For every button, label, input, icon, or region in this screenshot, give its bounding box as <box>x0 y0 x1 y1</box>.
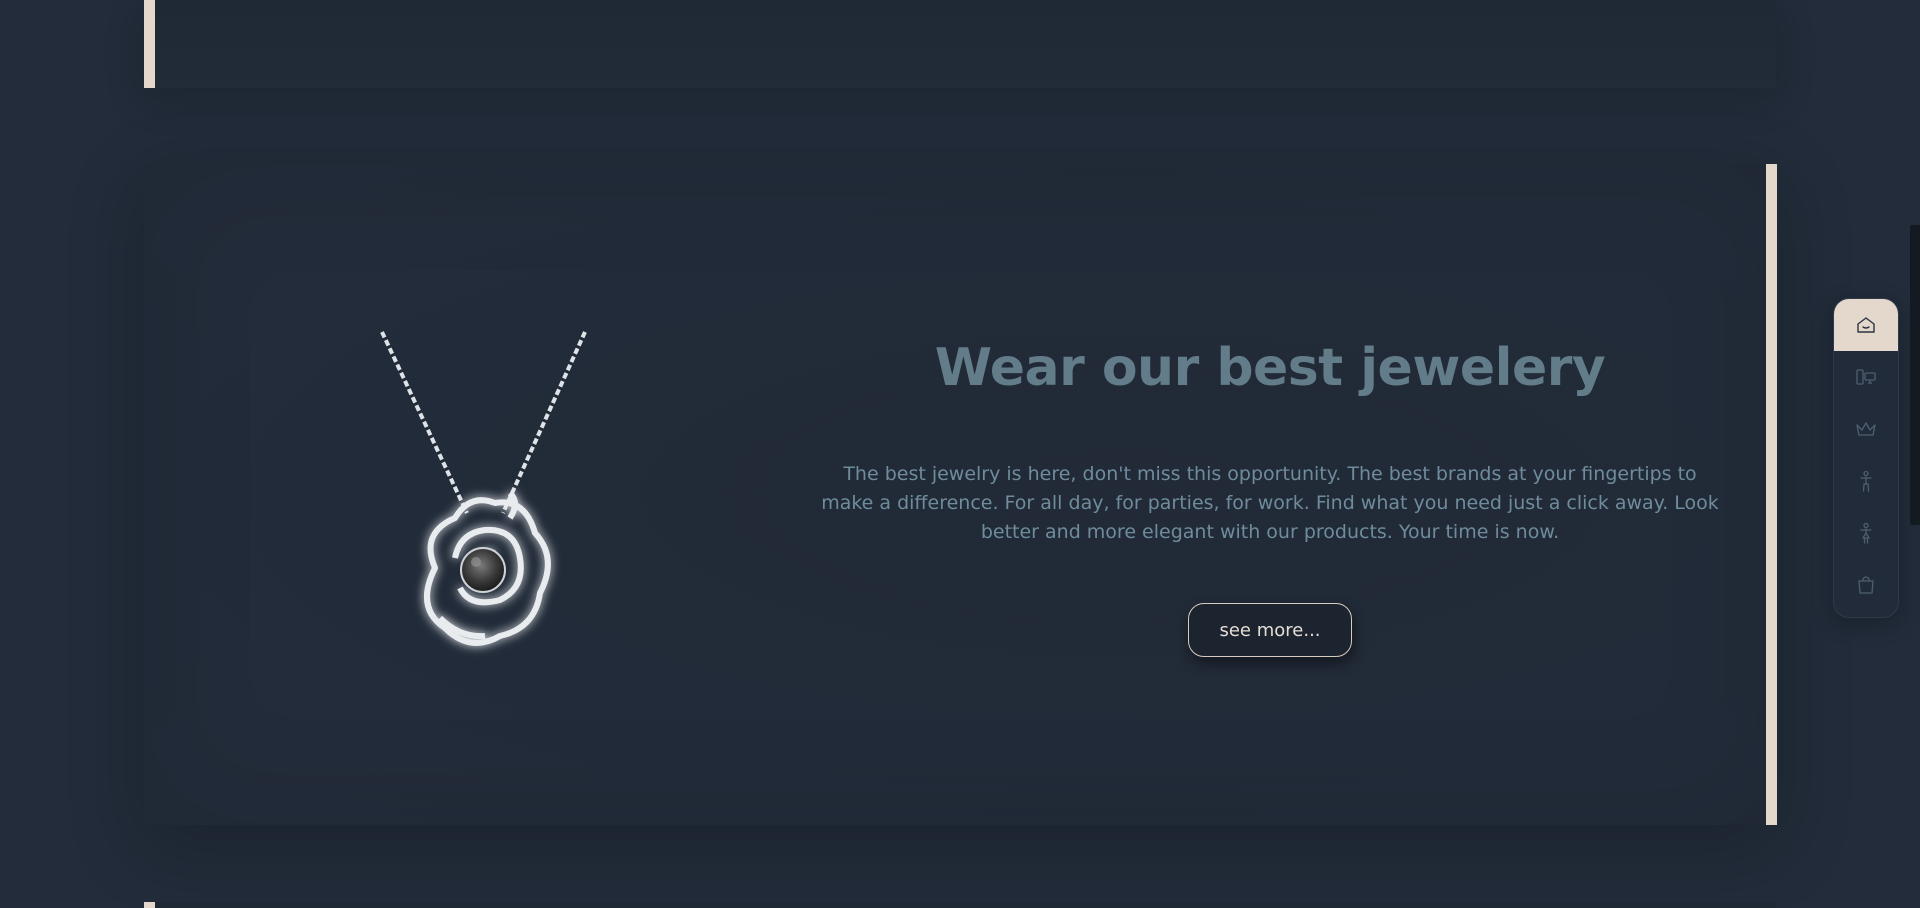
next-section-panel <box>155 902 1776 908</box>
nav-item-crown[interactable] <box>1834 403 1898 455</box>
scrollbar-thumb[interactable] <box>1910 225 1920 525</box>
pendant-necklace-image <box>380 331 587 646</box>
woman-icon <box>1860 522 1872 544</box>
crown-icon <box>1856 422 1876 436</box>
nav-item-women[interactable] <box>1834 507 1898 559</box>
nav-item-devices[interactable] <box>1834 351 1898 403</box>
nav-item-home[interactable] <box>1834 299 1898 351</box>
shopping-bag-icon <box>1858 576 1874 594</box>
next-section-accent-bar <box>144 902 155 908</box>
hero-title: Wear our best jewelery <box>934 338 1606 398</box>
page: Wear our best jewelery The best jewelry … <box>0 0 1920 908</box>
see-more-button[interactable]: see more... <box>1188 603 1352 657</box>
home-icon <box>1857 317 1875 333</box>
hero-accent-bar <box>1766 164 1777 825</box>
man-icon <box>1860 470 1872 492</box>
previous-section-accent-bar <box>144 0 155 88</box>
nav-item-men[interactable] <box>1834 455 1898 507</box>
side-nav <box>1833 298 1899 618</box>
devices-icon <box>1856 369 1876 385</box>
nav-item-bag[interactable] <box>1834 559 1898 611</box>
previous-section-panel <box>144 0 1776 88</box>
hero-description: The best jewelry is here, don't miss thi… <box>821 463 1719 543</box>
